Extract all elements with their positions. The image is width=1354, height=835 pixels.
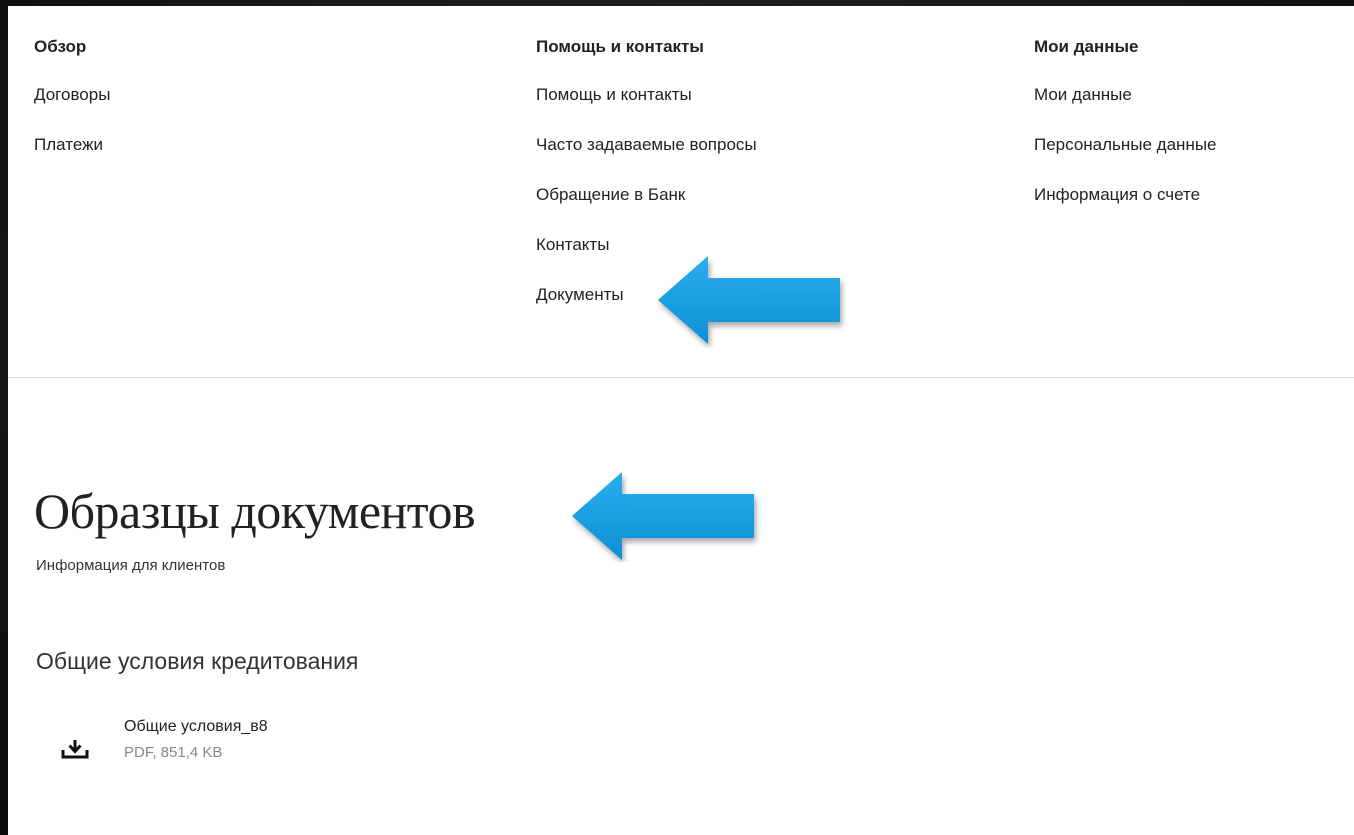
page: Обзор Договоры Платежи Помощь и контакты…: [8, 6, 1354, 835]
document-meta: PDF, 851,4 KB: [124, 744, 223, 761]
nav-column-overview: Обзор Договоры Платежи: [34, 36, 110, 184]
nav-link-faq[interactable]: Часто задаваемые вопросы: [536, 134, 757, 156]
nav-link-help-contacts[interactable]: Помощь и контакты: [536, 84, 757, 106]
nav-link-personal-data[interactable]: Персональные данные: [1034, 134, 1217, 156]
nav-link-payments[interactable]: Платежи: [34, 134, 110, 156]
nav-link-bank-request[interactable]: Обращение в Банк: [536, 184, 757, 206]
page-title: Образцы документов: [34, 483, 476, 539]
download-icon[interactable]: [60, 732, 90, 762]
nav-heading-my-data: Мои данные: [1034, 37, 1139, 56]
section-heading: Общие условия кредитования: [36, 648, 359, 674]
document-item[interactable]: Общие условия_в8 PDF, 851,4 KB: [60, 718, 380, 778]
arrow-icon: [658, 256, 840, 344]
nav-link-account-info[interactable]: Информация о счете: [1034, 184, 1217, 206]
document-name[interactable]: Общие условия_в8: [124, 718, 268, 736]
screenshot-frame: Обзор Договоры Платежи Помощь и контакты…: [0, 0, 1354, 835]
arrow-icon: [572, 472, 754, 560]
nav-link-contracts[interactable]: Договоры: [34, 84, 110, 106]
nav-column-my-data: Мои данные Мои данные Персональные данны…: [1034, 36, 1217, 234]
nav-heading-help-contacts: Помощь и контакты: [536, 37, 704, 56]
page-subtitle: Информация для клиентов: [36, 557, 226, 574]
nav-link-my-data[interactable]: Мои данные: [1034, 84, 1217, 106]
nav-divider: [8, 377, 1354, 378]
nav-heading-overview: Обзор: [34, 37, 87, 56]
